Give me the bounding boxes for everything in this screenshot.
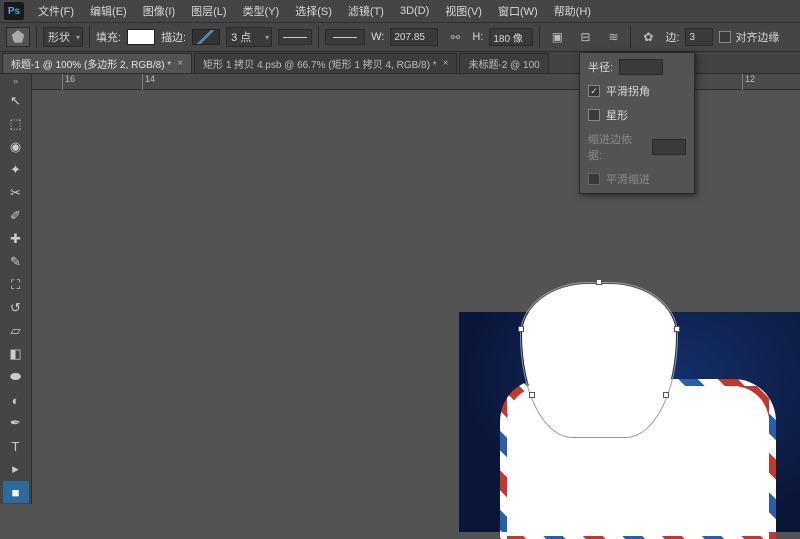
indent-label: 缩进边依据: [588, 131, 646, 163]
tools-panel: » ↖ ⬚ ◉ ✦ ✂ ✐ ✚ ✎ ⛶ ↺ ▱ ◧ ⬬ ◐ ✒ T ▸ ■ [0, 74, 32, 504]
separator [89, 26, 90, 48]
ruler-tick: 14 [142, 74, 155, 90]
radius-label: 半径: [588, 59, 613, 75]
align-edges-label: 对齐边缘 [735, 29, 779, 45]
close-icon[interactable]: × [177, 58, 183, 69]
current-tool-icon[interactable] [6, 27, 30, 47]
star-check[interactable]: 星形 [588, 107, 686, 123]
separator [539, 26, 540, 48]
tool-path-select[interactable]: ▸ [3, 458, 29, 480]
stroke-style2-select[interactable] [325, 29, 365, 45]
menu-bar: Ps 文件(F) 编辑(E) 图像(I) 图层(L) 类型(Y) 选择(S) 滤… [0, 0, 800, 22]
tool-crop[interactable]: ✂ [3, 182, 29, 204]
menu-filter[interactable]: 滤镜(T) [340, 0, 392, 22]
tool-dodge[interactable]: ◐ [3, 389, 29, 411]
tool-brush[interactable]: ✎ [3, 251, 29, 273]
app-logo: Ps [4, 2, 24, 20]
tool-wand[interactable]: ✦ [3, 159, 29, 181]
close-icon[interactable]: × [443, 58, 449, 69]
menu-edit[interactable]: 编辑(E) [82, 0, 135, 22]
tool-blur[interactable]: ⬬ [3, 366, 29, 388]
smooth-corner-check[interactable]: ✓ 平滑拐角 [588, 83, 686, 99]
expand-icon[interactable]: » [0, 76, 32, 90]
separator [36, 26, 37, 48]
tool-pen[interactable]: ✒ [3, 412, 29, 434]
checkbox-icon [588, 109, 600, 121]
menu-help[interactable]: 帮助(H) [546, 0, 599, 22]
path-anchor[interactable] [663, 392, 669, 398]
path-anchor[interactable] [596, 279, 602, 285]
width-input[interactable] [390, 28, 438, 46]
menu-window[interactable]: 窗口(W) [490, 0, 546, 22]
menu-select[interactable]: 选择(S) [287, 0, 340, 22]
align-icon[interactable]: ⊟ [574, 27, 596, 47]
menu-layer[interactable]: 图层(L) [183, 0, 234, 22]
radius-input[interactable] [619, 59, 663, 75]
shape-mode-select[interactable]: 形状 [43, 27, 83, 47]
doc-tab-2[interactable]: 矩形 1 拷贝 4.psb @ 66.7% (矩形 1 拷贝 4, RGB/8)… [194, 53, 457, 73]
doc-tab-3[interactable]: 未标题-2 @ 100 [459, 53, 548, 73]
path-anchor[interactable] [518, 326, 524, 332]
link-icon[interactable]: ⚯ [444, 27, 466, 47]
menu-image[interactable]: 图像(I) [135, 0, 183, 22]
tool-eraser[interactable]: ▱ [3, 320, 29, 342]
menu-file[interactable]: 文件(F) [30, 0, 82, 22]
fill-label: 填充: [96, 29, 121, 45]
tool-move[interactable]: ↖ [3, 90, 29, 112]
gear-icon[interactable]: ✿ [637, 27, 659, 47]
fill-swatch[interactable] [127, 29, 155, 45]
shape-path-outline[interactable] [520, 282, 678, 438]
polygon-options-popup: 半径: ✓ 平滑拐角 星形 缩进边依据: 平滑缩进 [579, 52, 695, 194]
separator [318, 26, 319, 48]
ruler-tick: 12 [742, 74, 755, 90]
menu-view[interactable]: 视图(V) [437, 0, 490, 22]
height-input[interactable] [489, 28, 533, 46]
stroke-width-select[interactable]: 3 点 [226, 27, 272, 47]
tool-gradient[interactable]: ◧ [3, 343, 29, 365]
tool-stamp[interactable]: ⛶ [3, 274, 29, 296]
smooth-indent-check: 平滑缩进 [588, 171, 686, 187]
tool-heal[interactable]: ✚ [3, 228, 29, 250]
smooth-corner-label: 平滑拐角 [606, 83, 650, 99]
arrange-icon[interactable]: ≋ [602, 27, 624, 47]
indent-input [652, 139, 686, 155]
options-bar: 形状 填充: 描边: 3 点 W: ⚯ H: ▣ ⊟ ≋ ✿ 边: 对齐边缘 [0, 22, 800, 52]
tool-history-brush[interactable]: ↺ [3, 297, 29, 319]
tool-type[interactable]: T [3, 435, 29, 457]
tab-label: 矩形 1 拷贝 4.psb @ 66.7% (矩形 1 拷贝 4, RGB/8)… [203, 56, 437, 71]
smooth-indent-label: 平滑缩进 [606, 171, 650, 187]
tool-shape[interactable]: ■ [3, 481, 29, 503]
checkbox-icon [719, 31, 731, 43]
tab-label: 标题-1 @ 100% (多边形 2, RGB/8) * [11, 56, 171, 71]
checkbox-icon [588, 173, 600, 185]
tool-eyedropper[interactable]: ✐ [3, 205, 29, 227]
polygon-icon [11, 30, 25, 44]
align-edges-check[interactable]: 对齐边缘 [719, 29, 779, 45]
stroke-label: 描边: [161, 29, 186, 45]
separator [630, 26, 631, 48]
tab-label: 未标题-2 @ 100 [468, 56, 539, 71]
path-ops-icon[interactable]: ▣ [546, 27, 568, 47]
checkbox-icon: ✓ [588, 85, 600, 97]
star-label: 星形 [606, 107, 628, 123]
menu-type[interactable]: 类型(Y) [235, 0, 288, 22]
stroke-style-select[interactable] [278, 29, 312, 45]
tool-marquee[interactable]: ⬚ [3, 113, 29, 135]
ruler-tick: 16 [62, 74, 75, 90]
doc-tab-1[interactable]: 标题-1 @ 100% (多边形 2, RGB/8) * × [2, 53, 192, 73]
tool-lasso[interactable]: ◉ [3, 136, 29, 158]
width-label: W: [371, 31, 384, 43]
height-label: H: [472, 31, 483, 43]
sides-label: 边: [665, 29, 679, 45]
sides-input[interactable] [685, 28, 713, 46]
path-anchor[interactable] [529, 392, 535, 398]
path-anchor[interactable] [674, 326, 680, 332]
menu-3d[interactable]: 3D(D) [392, 2, 437, 20]
stroke-swatch[interactable] [192, 29, 220, 45]
